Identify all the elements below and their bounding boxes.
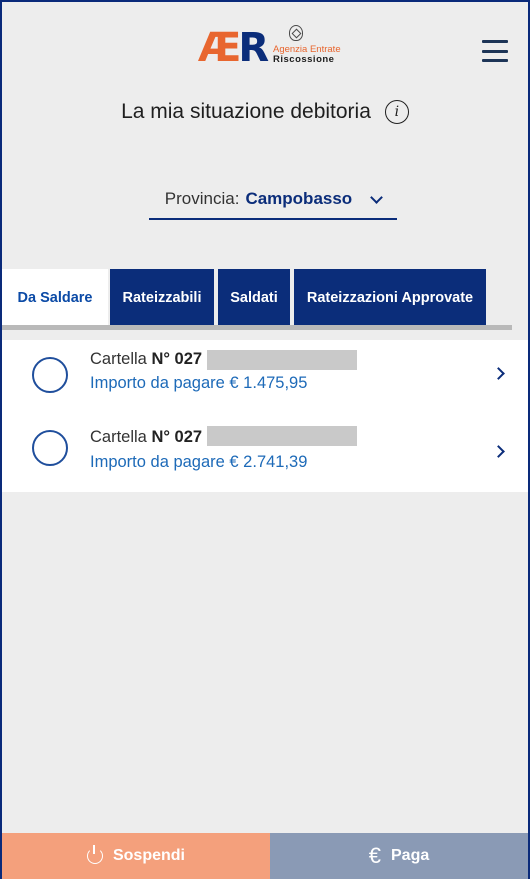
tab-rateizzazioni-approvate[interactable]: Rateizzazioni Approvate	[294, 269, 486, 327]
sospendi-label: Sospendi	[112, 847, 185, 864]
cartella-number: N° 027	[151, 350, 203, 368]
tab-saldati[interactable]: Saldati	[218, 269, 290, 327]
sospendi-button[interactable]: Sospendi	[2, 833, 270, 879]
app-frame: ÆR Agenzia Entrate Riscossione La mia si…	[0, 0, 530, 879]
redacted-number	[207, 350, 357, 370]
radio-icon[interactable]	[32, 430, 68, 466]
cartella-prefix: Cartella	[90, 350, 147, 368]
redacted-number	[207, 426, 357, 446]
chevron-right-icon[interactable]	[492, 445, 505, 458]
cartella-prefix: Cartella	[90, 428, 147, 446]
logo-text: Agenzia Entrate Riscossione	[273, 45, 341, 65]
logo-line2: Riscossione	[273, 54, 335, 65]
cartella-label: Cartella N° 027	[90, 350, 202, 369]
title-row: La mia situazione debitoria i	[2, 92, 528, 132]
chevron-right-icon[interactable]	[492, 367, 505, 380]
cartella-number: N° 027	[151, 428, 203, 446]
chevron-down-icon	[370, 190, 384, 204]
amount-label: Importo da pagare € 1.475,95	[90, 374, 308, 392]
menu-icon[interactable]	[482, 40, 508, 62]
header: ÆR Agenzia Entrate Riscossione	[2, 2, 528, 92]
province-label: Provincia:	[164, 189, 240, 208]
euro-icon: €	[368, 843, 381, 868]
page-title: La mia situazione debitoria	[121, 100, 371, 123]
info-icon[interactable]: i	[384, 100, 409, 124]
power-icon	[86, 845, 103, 864]
province-select[interactable]: Provincia: Campobasso	[149, 180, 397, 220]
paga-label: Paga	[391, 847, 430, 864]
amount-label: Importo da pagare € 2.741,39	[90, 453, 308, 471]
tab-rateizzabili[interactable]: Rateizzabili	[110, 269, 214, 327]
tab-divider	[2, 325, 512, 330]
tab-bar: Da Saldare Rateizzabili Saldati Rateizza…	[2, 269, 512, 327]
province-value: Campobasso	[245, 189, 353, 208]
list-item[interactable]: Cartella N° 027 Importo da pagare € 2.74…	[2, 416, 528, 492]
agenzia-logo: ÆR Agenzia Entrate Riscossione	[198, 24, 348, 72]
action-bar: Sospendi € Paga	[2, 833, 528, 879]
tab-da-saldare[interactable]: Da Saldare	[2, 269, 108, 327]
paga-button[interactable]: € Paga	[270, 833, 528, 879]
cartella-label: Cartella N° 027	[90, 428, 202, 447]
logo-mark: ÆR	[198, 25, 269, 71]
cartelle-list: Cartella N° 027 Importo da pagare € 1.47…	[2, 340, 528, 492]
emblem-icon	[289, 25, 303, 41]
list-item[interactable]: Cartella N° 027 Importo da pagare € 1.47…	[2, 340, 528, 416]
radio-icon[interactable]	[32, 357, 68, 393]
